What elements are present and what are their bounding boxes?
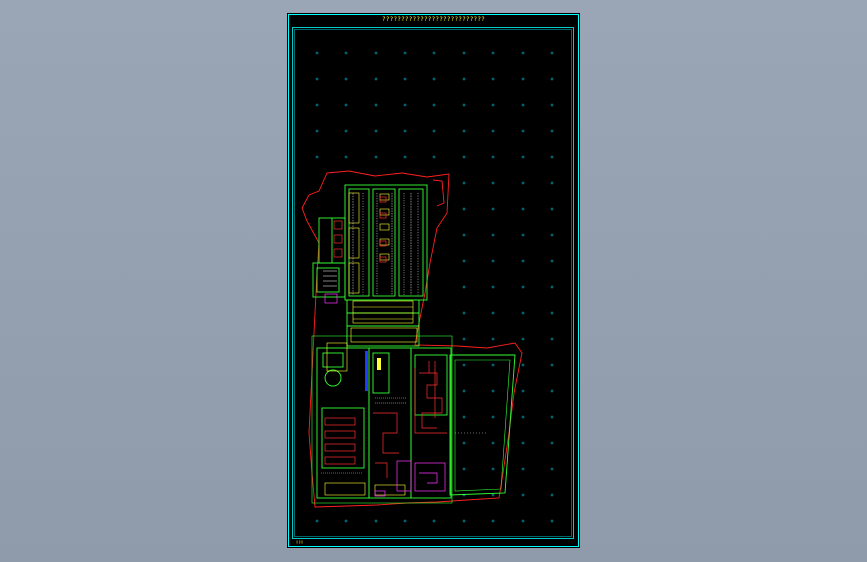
room-labels — [323, 193, 419, 295]
south-annotations — [321, 397, 487, 474]
yellow-equipment — [324, 192, 418, 496]
site-boundary — [301, 170, 523, 508]
grid-crosses — [315, 51, 554, 523]
building-walls — [311, 184, 516, 504]
cad-viewport[interactable]: ??????????????????????????? ▯▯▯ — [0, 0, 867, 562]
sheet-title: ??????????????????????????? — [382, 16, 485, 23]
footer-mark: ▯▯▯ — [296, 539, 304, 544]
drawing-frame — [288, 14, 579, 547]
drawing-sheet: ??????????????????????????? ▯▯▯ — [287, 13, 580, 548]
site-plan-drawing — [288, 14, 579, 547]
